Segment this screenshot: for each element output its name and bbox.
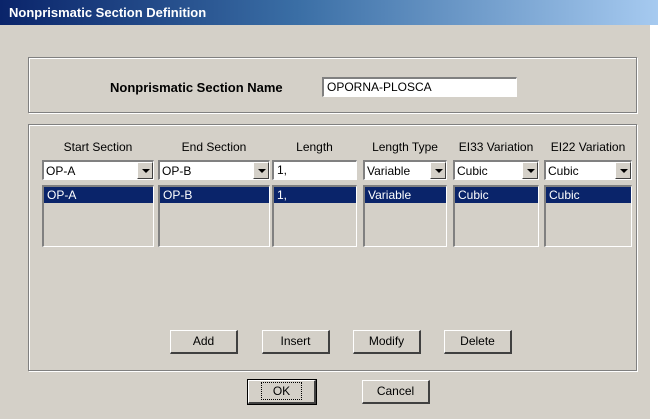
end-section-value: OP-B [162,164,192,178]
ei22-variation-list[interactable]: Cubic [544,185,632,247]
length-type-combo[interactable]: Variable [363,160,447,180]
length-type-value: Variable [367,164,411,178]
header-length: Length [296,140,333,154]
list-item[interactable]: OP-A [44,187,153,203]
chevron-down-icon[interactable] [615,162,631,179]
list-item[interactable]: 1, [274,187,356,203]
header-length-type: Length Type [372,140,438,154]
cancel-button[interactable]: Cancel [362,380,430,404]
ei33-variation-list[interactable]: Cubic [453,185,539,247]
end-section-list[interactable]: OP-B [158,185,270,247]
chevron-down-icon[interactable] [253,162,269,179]
list-item[interactable]: Cubic [546,187,631,203]
ei33-variation-value: Cubic [457,164,488,178]
length-list[interactable]: 1, [272,185,357,247]
ei22-variation-value: Cubic [548,164,579,178]
start-section-value: OP-A [46,164,76,178]
header-ei33-variation: EI33 Variation [458,140,534,154]
title-bar[interactable]: Nonprismatic Section Definition [0,0,658,25]
add-button[interactable]: Add [170,330,238,354]
length-input[interactable]: 1, [272,160,357,180]
section-name-input[interactable]: OPORNA-PLOSCA [322,77,517,97]
header-end-section: End Section [181,140,247,154]
section-name-label: Nonprismatic Section Name [110,80,283,95]
list-item[interactable]: Variable [365,187,446,203]
insert-button[interactable]: Insert [262,330,330,354]
window-title: Nonprismatic Section Definition [9,5,207,20]
end-section-combo[interactable]: OP-B [158,160,270,180]
start-section-combo[interactable]: OP-A [42,160,154,180]
chevron-down-icon[interactable] [430,162,446,179]
modify-button[interactable]: Modify [353,330,421,354]
ei22-variation-combo[interactable]: Cubic [544,160,632,180]
chevron-down-icon[interactable] [137,162,153,179]
window-right-edge [650,25,658,419]
chevron-down-icon[interactable] [522,162,538,179]
header-ei22-variation: EI22 Variation [550,140,626,154]
header-start-section: Start Section [63,140,133,154]
ok-button-label: OK [260,382,303,400]
dialog-window: Nonprismatic Section Definition Nonprism… [0,0,658,419]
length-type-list[interactable]: Variable [363,185,447,247]
ei33-variation-combo[interactable]: Cubic [453,160,539,180]
delete-button[interactable]: Delete [444,330,512,354]
list-item[interactable]: Cubic [455,187,538,203]
ok-button[interactable]: OK [247,379,317,405]
list-item[interactable]: OP-B [160,187,269,203]
start-section-list[interactable]: OP-A [42,185,154,247]
